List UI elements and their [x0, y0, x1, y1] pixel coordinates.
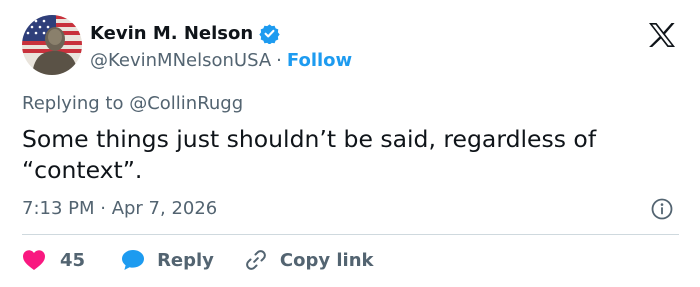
author-name-row: Kevin M. Nelson [90, 20, 280, 46]
author-name[interactable]: Kevin M. Nelson [90, 23, 253, 44]
divider [22, 234, 679, 235]
verified-badge-icon [259, 23, 280, 45]
info-icon[interactable] [651, 198, 673, 220]
heart-icon [22, 249, 46, 271]
reply-button[interactable]: Reply [121, 249, 214, 271]
tweet-timestamp[interactable]: 7:13 PM · Apr 7, 2026 [22, 198, 217, 219]
like-count: 45 [60, 249, 86, 271]
link-icon [244, 248, 268, 272]
reply-context: Replying to @CollinRugg [22, 93, 243, 114]
avatar[interactable] [22, 15, 82, 75]
reply-label: Reply [157, 249, 214, 271]
separator-dot: · [276, 49, 282, 71]
copy-link-label: Copy link [279, 249, 374, 271]
avatar-image [22, 15, 82, 75]
x-logo-icon[interactable] [648, 22, 676, 48]
speech-bubble-icon [121, 249, 145, 271]
author-handle[interactable]: @KevinMNelsonUSA [90, 50, 271, 71]
reply-context-prefix: Replying to [22, 93, 130, 114]
tweet-text: Some things just shouldn’t be said, rega… [22, 125, 597, 184]
like-button[interactable]: 45 [22, 249, 85, 271]
author-handle-row: @KevinMNelsonUSA · Follow [90, 49, 352, 71]
follow-button[interactable]: Follow [287, 50, 352, 71]
action-bar: 45 Reply Copy link [22, 246, 374, 274]
reply-mention-link[interactable]: @CollinRugg [129, 93, 243, 114]
copy-link-button[interactable]: Copy link [244, 248, 374, 272]
